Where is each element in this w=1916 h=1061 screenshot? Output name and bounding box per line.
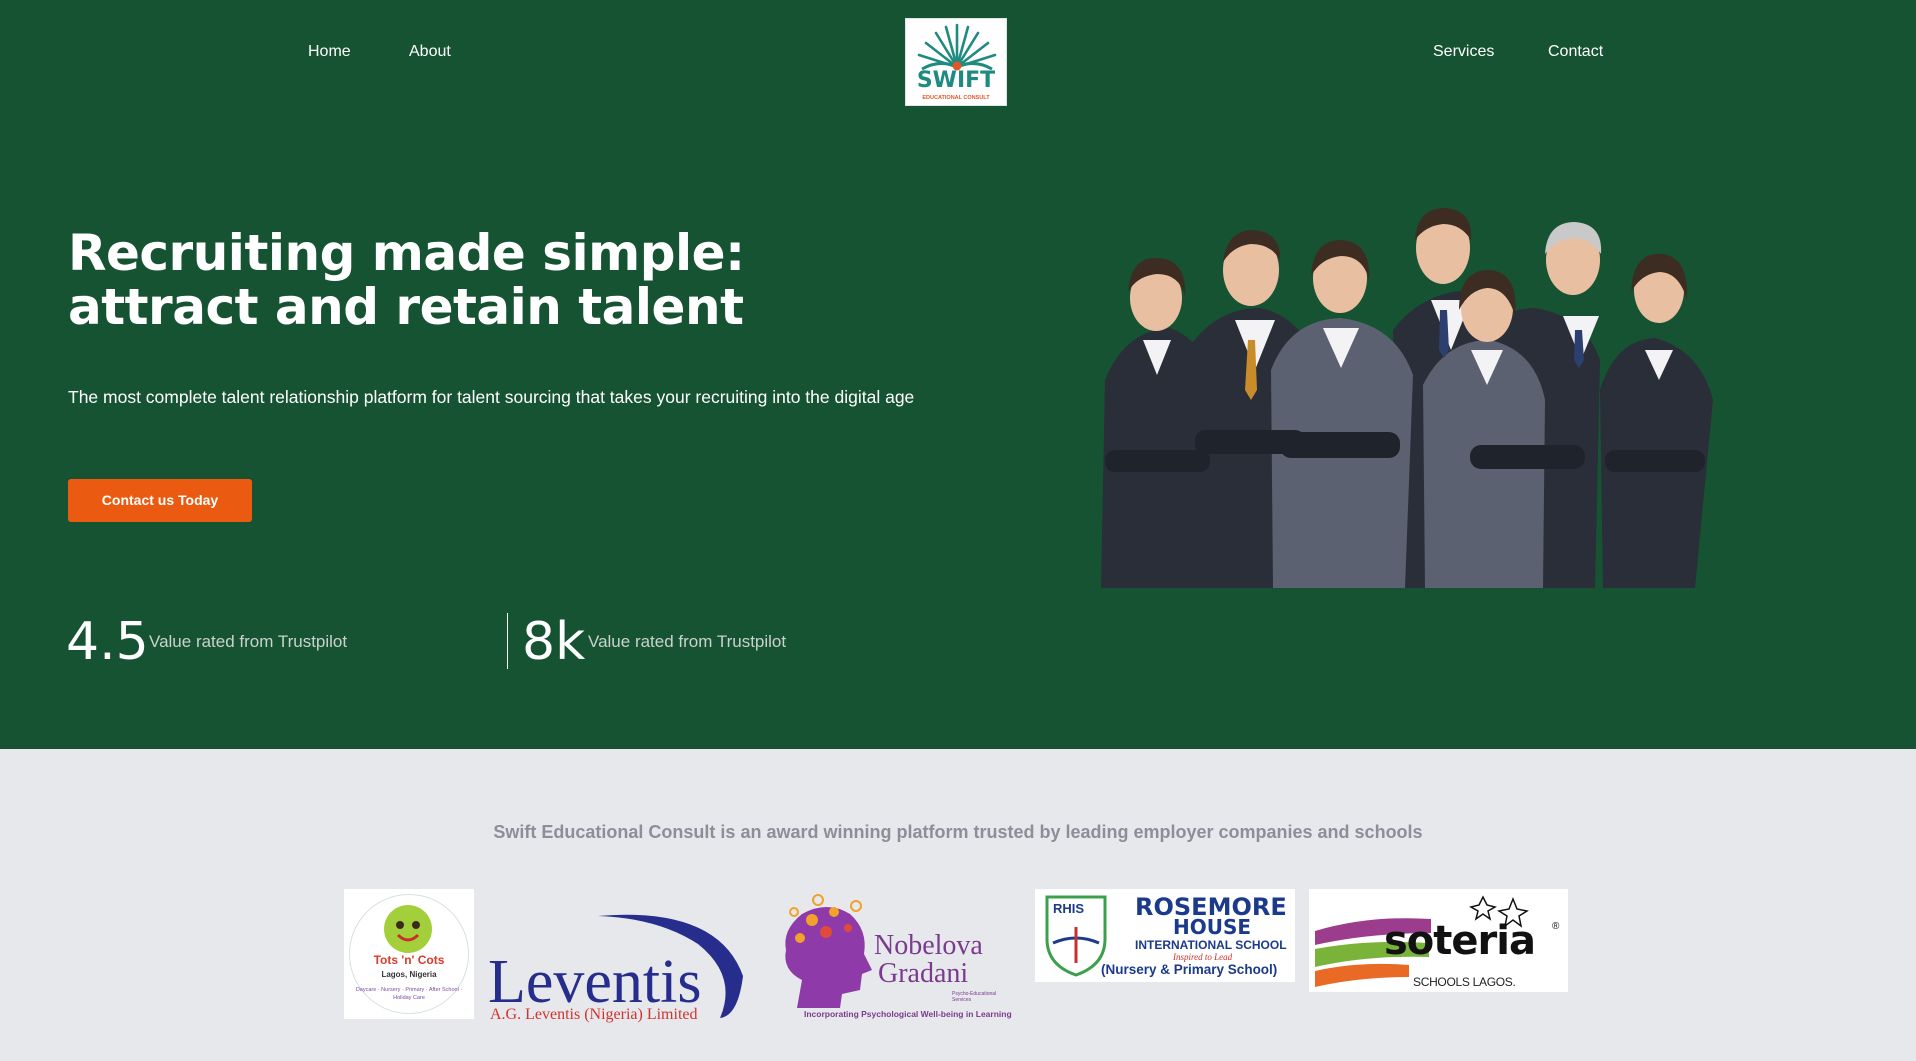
stat-rating-value: 4.5 [66,612,149,672]
rosemore-line2: HOUSE [1173,915,1252,939]
stat-count-label: Value rated from Trustpilot [588,632,787,651]
sunburst-icon [917,23,997,71]
contact-us-button[interactable]: Contact us Today [68,479,252,522]
nobelova-small: Psycho-Educational Services [952,991,997,1003]
nobelova-tagline: Incorporating Psychological Well-being i… [804,1009,1012,1019]
soteria-subtitle: SCHOOLS LAGOS. [1413,975,1516,989]
swift-logo[interactable]: SWIFT EDUCATIONAL CONSULT [905,18,1007,106]
registered-mark: ® [1552,921,1560,932]
leventis-wordmark: Leventis [488,948,702,1016]
partner-logo-tots-n-cots: Tots 'n' Cots Lagos, Nigeria Daycare · N… [344,889,474,1019]
smiley-face-icon [384,905,432,953]
soteria-wordmark: soteria [1384,918,1536,964]
nobelova-line2: Gradani [878,958,969,989]
hero-section: Home About Services Contact SWIFT EDUCAT… [0,0,1916,749]
partner-logo-soteria: soteria ® SCHOOLS LAGOS. [1309,889,1568,992]
business-team-image [1101,208,1713,588]
logo-subtitle: EDUCATIONAL CONSULT [922,95,990,101]
rosemore-line4: (Nursery & Primary School) [1101,962,1278,977]
partner-logo-leventis: Leventis A.G. Leventis (Nigeria) Limited [488,906,748,1026]
nav-home-link[interactable]: Home [308,43,351,61]
rosemore-motto: Inspired to Lead [1173,952,1233,962]
hero-subtext: The most complete talent relationship pl… [68,387,915,407]
rosemore-abbr: RHIS [1053,901,1085,916]
nav-contact-link[interactable]: Contact [1548,43,1603,61]
nav-about-link[interactable]: About [409,43,451,61]
stat-count-value: 8k [522,612,586,672]
leventis-company-name: A.G. Leventis (Nigeria) Limited [490,1006,698,1023]
partner-logo-rosemore-house: RHIS ROSEMORE HOUSE INTERNATIONAL SCHOOL… [1035,889,1295,982]
head-silhouette-icon [785,894,872,1008]
logo-wordmark: SWIFT [916,68,996,93]
stat-divider [507,613,508,669]
nav-services-link[interactable]: Services [1433,43,1494,61]
trust-statement: Swift Educational Consult is an award wi… [493,822,1423,842]
stat-rating-label: Value rated from Trustpilot [149,632,348,651]
rosemore-line3: INTERNATIONAL SCHOOL [1135,938,1287,952]
tots-name: Tots 'n' Cots [373,953,445,967]
tots-city: Lagos, Nigeria [381,970,437,979]
partner-logo-nobelova-gradani: Nobelova Gradani Psycho-Educational Serv… [772,890,1012,1025]
tots-tagline: Daycare · Nursery · Primary · After Scho… [355,987,463,1001]
hero-headline: Recruiting made simple: attract and reta… [68,224,745,336]
